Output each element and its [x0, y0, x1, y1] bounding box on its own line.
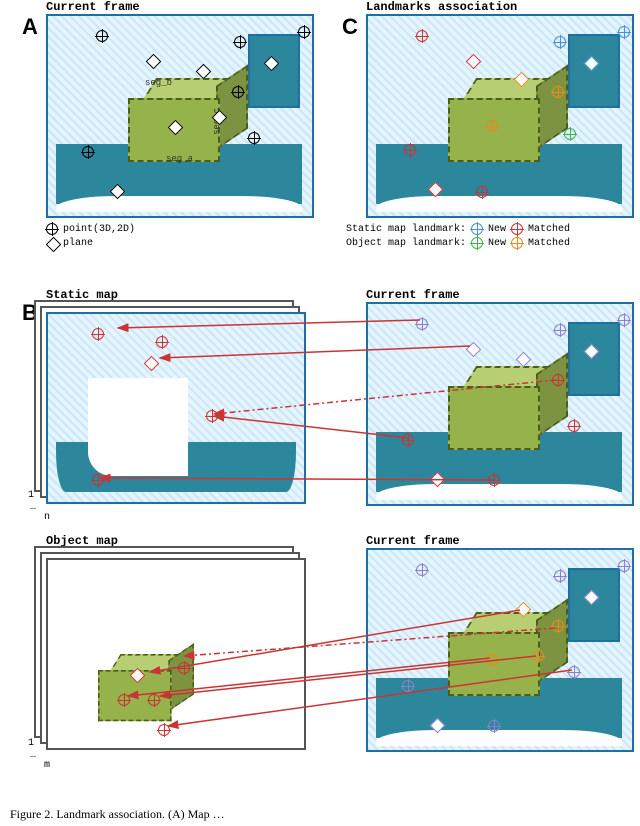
plane-2: [196, 64, 212, 80]
panel-c-cube: [448, 78, 558, 168]
sm-red-3: [206, 410, 218, 422]
cfb1-d2: [516, 352, 532, 368]
cfb2-o2: [486, 654, 498, 666]
sm-red-1: [92, 328, 104, 340]
figure-root: A C B Current frame Landmarks associatio…: [0, 0, 640, 826]
legend-a: point(3D,2D) plane: [46, 222, 135, 250]
cfb2-v6: [488, 720, 500, 732]
c-red-3: [476, 186, 488, 198]
legend-a-plane: plane: [46, 236, 135, 250]
om-r4: [158, 724, 170, 736]
sm-red-4: [92, 474, 104, 486]
cfb1-r2: [568, 420, 580, 432]
current-frame-b1: [366, 302, 634, 506]
label-seg-b: seg_b: [145, 78, 172, 88]
cfb1-r4: [488, 474, 500, 486]
plane-1: [146, 54, 162, 70]
cfb2-v2: [554, 570, 566, 582]
panel-a-subplane: [248, 34, 300, 108]
legend-c-static-match: Matched: [528, 224, 570, 235]
c-dia-red-1: [466, 54, 482, 70]
current-frame-b2: [366, 548, 634, 752]
pt3d2d-5: [248, 132, 260, 144]
legend-c-object-label: Object map landmark:: [346, 238, 466, 249]
panel-c-frame: [366, 14, 634, 218]
pt3d2d-4: [232, 86, 244, 98]
cfb2-v3: [618, 560, 630, 572]
cfb2-o3: [532, 650, 544, 662]
cfb1-r1: [552, 374, 564, 386]
panel-c-subplane: [568, 34, 620, 108]
static-idx-1: 1: [28, 490, 34, 501]
title-panel-c: Landmarks association: [366, 0, 517, 14]
om-r1: [178, 662, 190, 674]
c-red-2: [404, 144, 416, 156]
legend-c-row-object: Object map landmark: New Matched: [346, 236, 636, 250]
label-seg-a: seg_a: [166, 154, 193, 164]
sm-red-2: [156, 336, 168, 348]
cfb1-v1: [416, 318, 428, 330]
c-blue-1: [554, 36, 566, 48]
legend-c-row-static: Static map landmark: New Matched: [346, 222, 636, 236]
sm-dia-1: [144, 356, 160, 372]
static-idx-dots: …: [30, 502, 36, 513]
static-map-stack: [34, 300, 314, 510]
pt3d2d-2: [234, 36, 246, 48]
panel-a-frame: seg_b seg_c seg_a: [46, 14, 314, 218]
legend-a-point: point(3D,2D): [46, 222, 135, 236]
legend-a-point-label: point(3D,2D): [63, 224, 135, 235]
om-r3: [148, 694, 160, 706]
legend-c-object-match: Matched: [528, 238, 570, 249]
legend-c: Static map landmark: New Matched Object …: [346, 222, 636, 250]
legend-a-plane-label: plane: [63, 238, 93, 249]
cfb1-cube: [448, 366, 558, 456]
panel-letter-c: C: [342, 14, 358, 40]
cfb1-v2: [554, 324, 566, 336]
pt3d2d-1: [96, 30, 108, 42]
object-idx-1: 1: [28, 738, 34, 749]
cfb2-v4: [568, 666, 580, 678]
legend-c-static-label: Static map landmark:: [346, 224, 466, 235]
figure-caption: Figure 2. Landmark association. (A) Map …: [10, 807, 630, 822]
cfb1-subplane: [568, 322, 620, 396]
c-blue-2: [618, 26, 630, 38]
object-map-cube: [98, 654, 186, 726]
cfb1-d1: [466, 342, 482, 358]
cfb2-v5: [402, 680, 414, 692]
cfb1-v3: [618, 314, 630, 326]
pt3d2d-6: [82, 146, 94, 158]
cfb2-subplane: [568, 568, 620, 642]
c-green-1: [564, 128, 576, 140]
title-panel-a: Current frame: [46, 0, 140, 14]
om-r2: [118, 694, 130, 706]
object-idx-m: m: [44, 760, 50, 771]
static-idx-n: n: [44, 512, 50, 523]
static-map-cutout: [88, 378, 188, 476]
c-orange-2: [486, 120, 498, 132]
cfb2-v1: [416, 564, 428, 576]
title-current-frame-b2: Current frame: [366, 534, 460, 548]
object-map-stack: [34, 546, 314, 756]
object-idx-dots: …: [30, 750, 36, 761]
c-orange-1: [552, 86, 564, 98]
pt3d2d-3: [298, 26, 310, 38]
panel-letter-a: A: [22, 14, 38, 40]
c-red-1: [416, 30, 428, 42]
legend-c-object-new: New: [488, 238, 506, 249]
legend-c-static-new: New: [488, 224, 506, 235]
title-current-frame-b1: Current frame: [366, 288, 460, 302]
cfb2-o1: [552, 620, 564, 632]
cfb1-r3: [402, 434, 414, 446]
